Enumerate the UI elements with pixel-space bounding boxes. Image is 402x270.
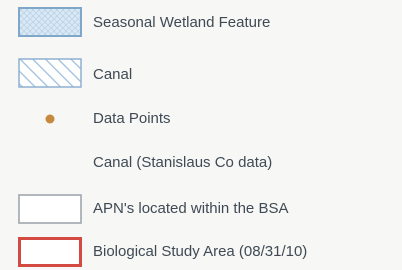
hollow-gray-swatch-graphic [18, 194, 82, 224]
legend-label-apn: APN's located within the BSA [93, 200, 289, 217]
crosshatch-swatch-graphic [18, 7, 82, 37]
crosshatch-blue-polygon-icon [18, 7, 82, 37]
orange-dot-icon [18, 104, 82, 134]
legend-item-canal-stanislaus: Canal (Stanislaus Co data) [0, 148, 402, 184]
legend-label-canal-stanislaus: Canal (Stanislaus Co data) [93, 154, 273, 171]
legend-item-biological-study-area: Biological Study Area (08/31/10) [0, 234, 402, 270]
hollow-gray-polygon-icon [18, 194, 82, 224]
blank-icon [18, 150, 82, 180]
legend-label-data-points: Data Points [93, 110, 171, 127]
diagonal-hatch-swatch-graphic [18, 58, 82, 88]
legend-label-seasonal-wetland: Seasonal Wetland Feature [93, 14, 271, 31]
hollow-red-swatch-graphic [18, 237, 82, 267]
diagonal-hatch-blue-polygon-icon [18, 58, 82, 88]
dot-swatch-graphic [45, 114, 55, 124]
legend-item-seasonal-wetland: Seasonal Wetland Feature [0, 4, 402, 40]
legend-item-apn: APN's located within the BSA [0, 192, 402, 228]
legend-item-data-points: Data Points [0, 102, 402, 138]
legend-label-canal: Canal [93, 66, 133, 83]
legend-item-canal: Canal [0, 56, 402, 92]
hollow-red-polygon-icon [18, 237, 82, 267]
map-legend: Seasonal Wetland Feature Canal Data Poin… [0, 0, 402, 269]
legend-label-biological-study-area: Biological Study Area (08/31/10) [93, 243, 308, 260]
